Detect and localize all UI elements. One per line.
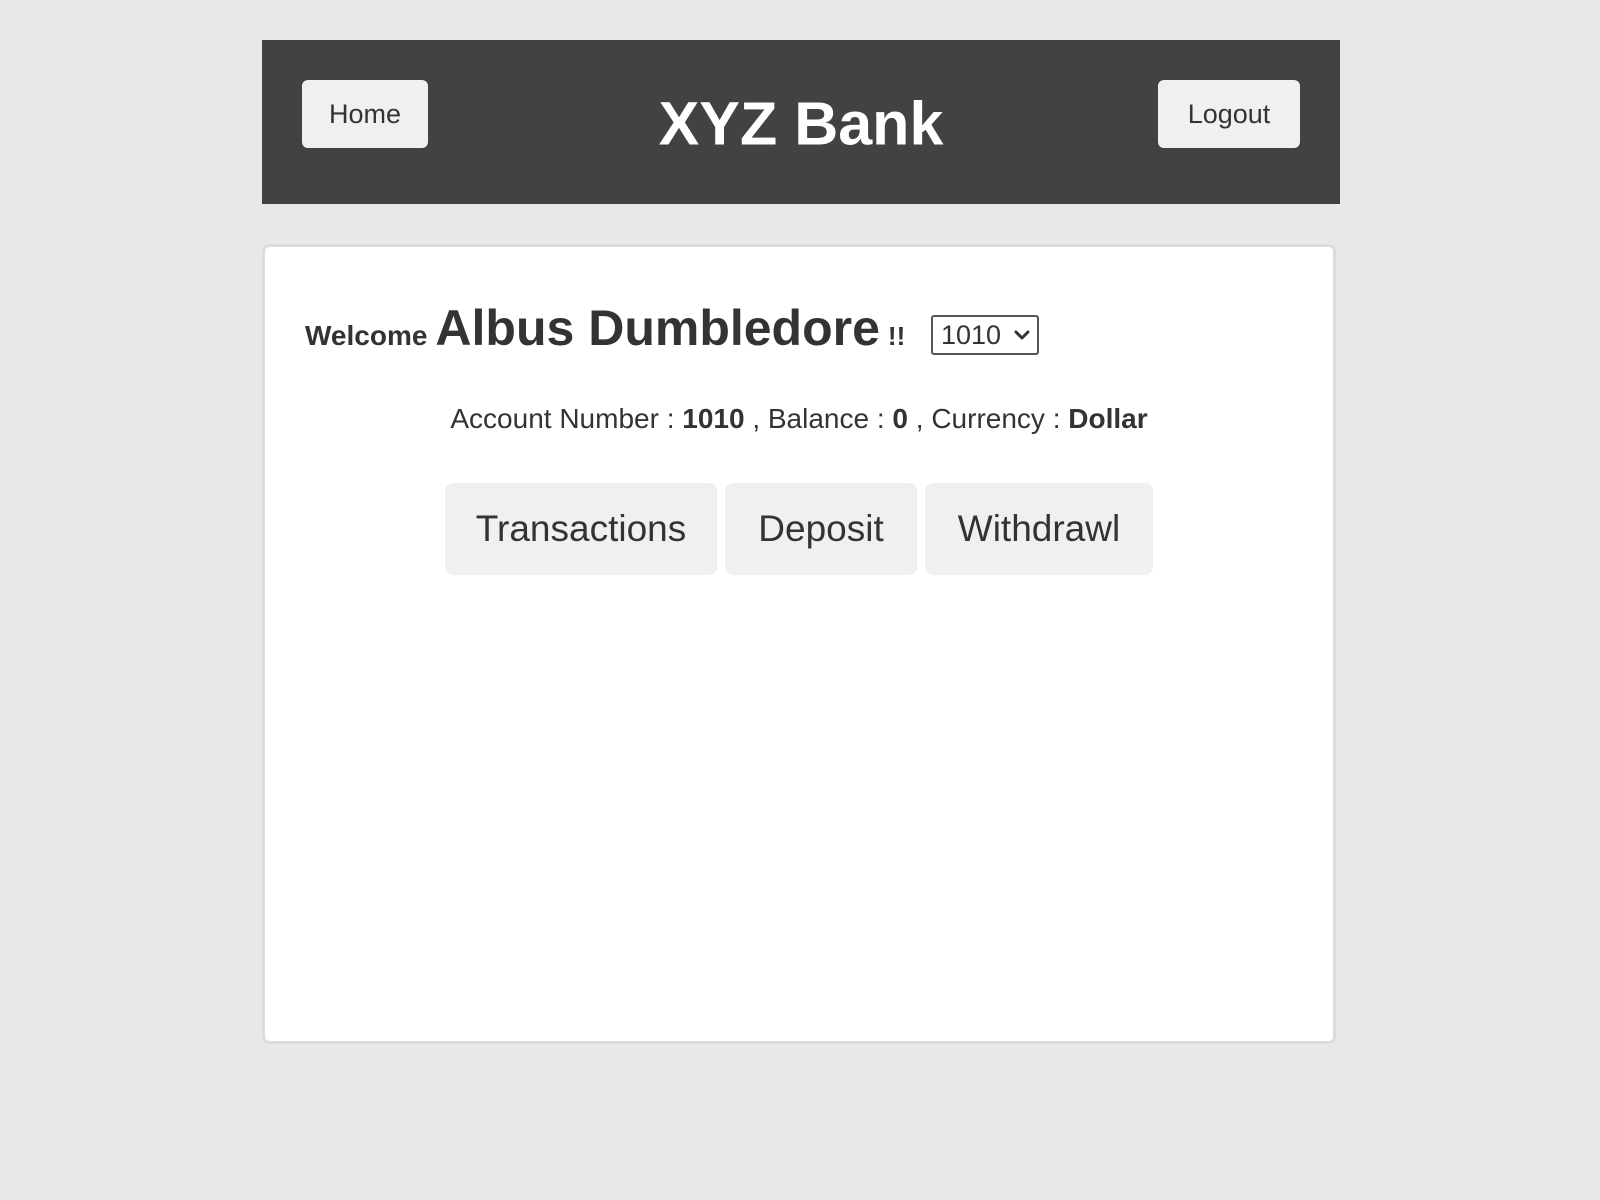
top-header: Home XYZ Bank Logout [262,40,1340,204]
customer-name: Albus Dumbledore [435,300,880,356]
welcome-label: Welcome [305,320,428,351]
account-number-value: 1010 [682,403,745,434]
welcome-suffix: !! [887,321,906,351]
currency-value: Dollar [1068,403,1148,434]
account-number-label: Account Number : [450,403,683,434]
account-select-value: 1010 [941,319,1002,350]
chevron-down-icon [1014,330,1030,340]
account-summary: Account Number : 1010 , Balance : 0 , Cu… [265,403,1333,435]
withdrawl-button[interactable]: Withdrawl [925,483,1153,575]
logout-button[interactable]: Logout [1158,80,1300,148]
balance-label: , Balance : [744,403,893,434]
deposit-button[interactable]: Deposit [725,483,917,575]
account-panel: Welcome Albus Dumbledore !! 1010 Account… [262,244,1336,1044]
transactions-button[interactable]: Transactions [445,483,717,575]
currency-label: , Currency : [908,403,1069,434]
welcome-heading: Welcome Albus Dumbledore !! [305,299,905,359]
account-number-select[interactable]: 1010 [931,315,1039,355]
account-actions: Transactions Deposit Withdrawl [265,483,1333,575]
balance-value: 0 [892,403,908,434]
